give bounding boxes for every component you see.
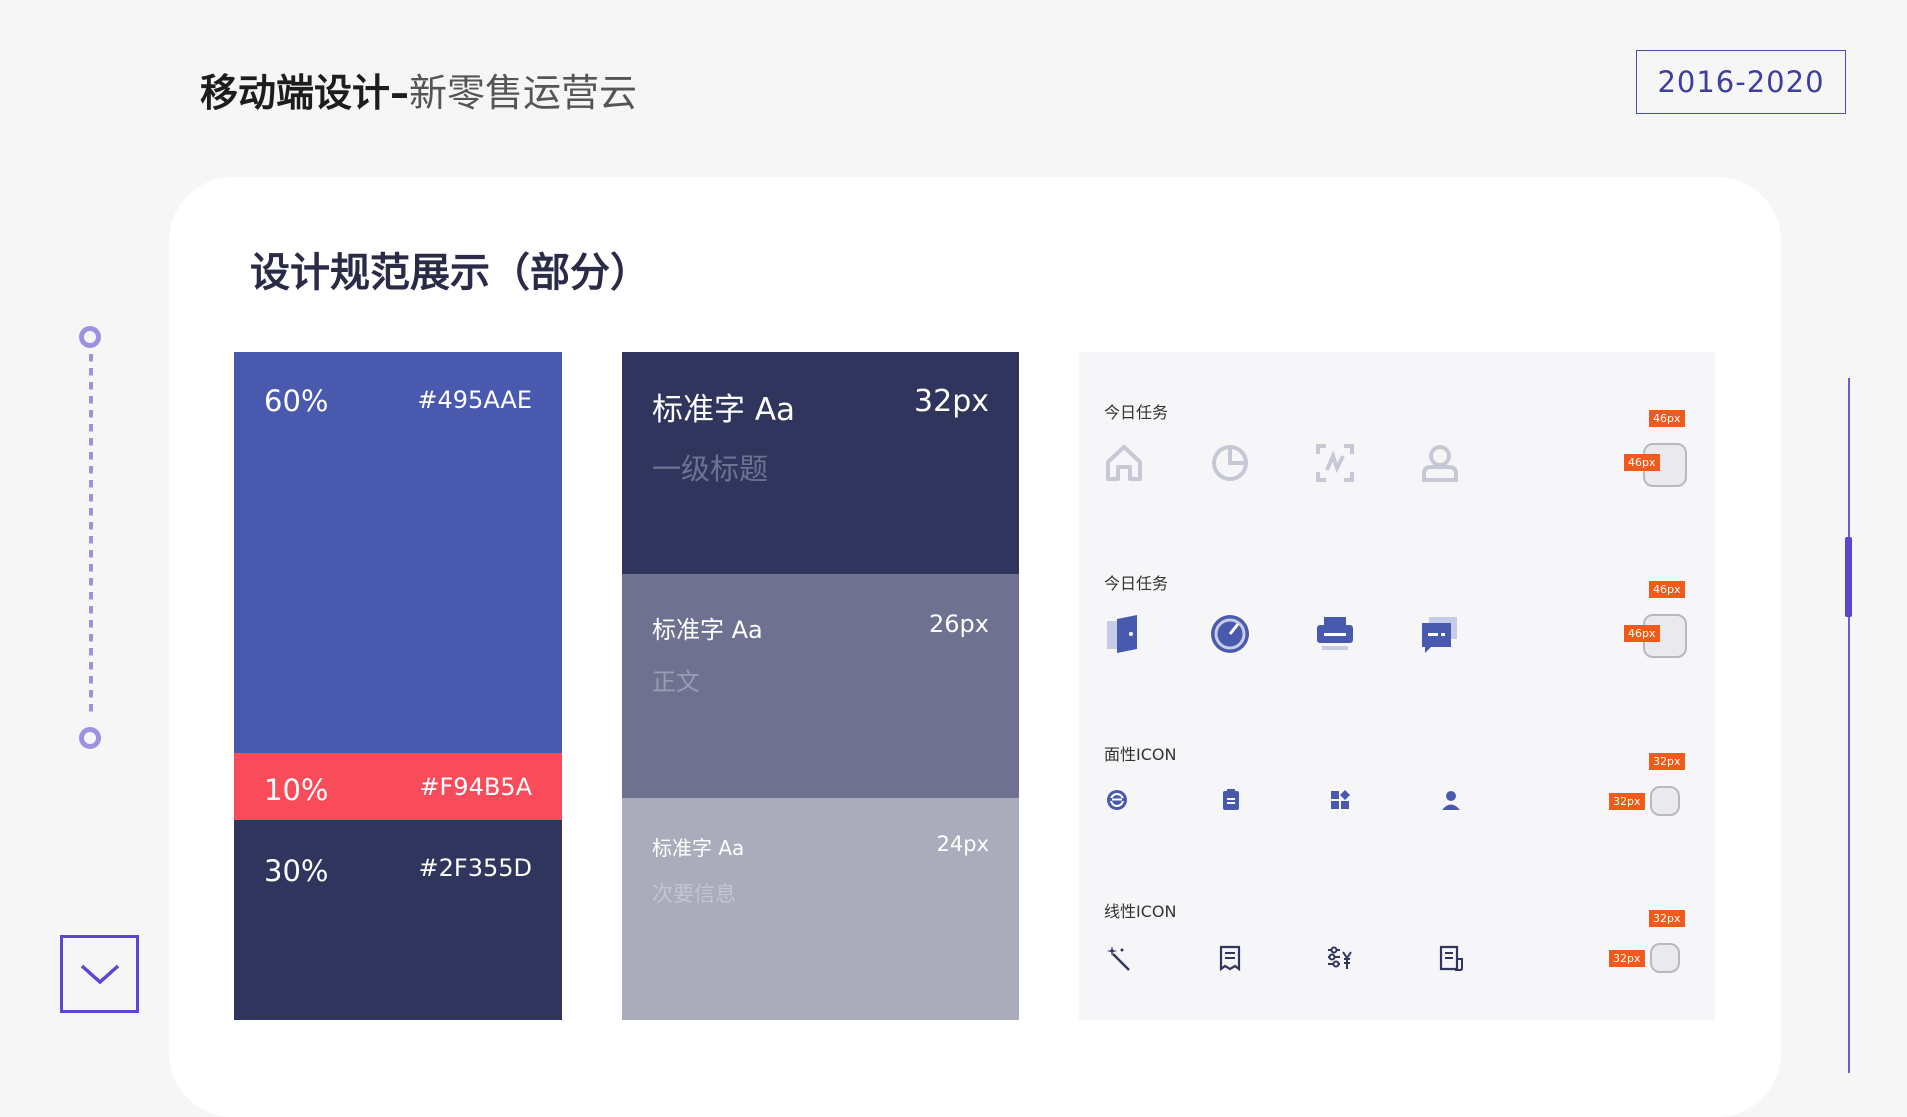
spec-height-tag: 32px	[1609, 793, 1645, 810]
steering-wheel-icon	[1107, 790, 1127, 810]
section-title: 设计规范展示（部分）	[250, 250, 650, 296]
palette-hex: #2F355D	[418, 854, 532, 882]
typo-name: 标准字 Aa	[652, 392, 796, 428]
palette-hex: #F94B5A	[419, 773, 532, 801]
scroll-thumb[interactable]	[1845, 537, 1852, 617]
typography-body: 标准字 Aa 26px 正文	[622, 574, 1019, 798]
palette-percent: 10%	[264, 773, 329, 807]
typography-level-1: 标准字 Aa 32px 一级标题	[622, 352, 1019, 574]
icon-row-label: 线性ICON	[1104, 902, 1177, 921]
spec-width-tag: 32px	[1649, 910, 1685, 927]
printer-icon	[1317, 617, 1353, 650]
palette-dark: 30% #2F355D	[234, 820, 562, 1020]
spec-width-tag: 32px	[1649, 753, 1685, 770]
timeline-start-dot	[79, 326, 101, 348]
scan-icon	[1316, 444, 1354, 482]
icon-row-label: 今日任务	[1104, 574, 1169, 593]
apps-icon	[1331, 790, 1350, 809]
speedometer-icon	[1211, 615, 1249, 653]
palette-hex: #495AAE	[417, 386, 532, 414]
palette-accent: 10% #F94B5A	[234, 753, 562, 820]
year-badge: 2016-2020	[1636, 50, 1846, 114]
typo-desc: 次要信息	[652, 882, 736, 906]
clipboard-icon	[1223, 789, 1239, 810]
home-icon	[1106, 445, 1142, 481]
spec-width-tag: 46px	[1649, 581, 1685, 598]
title-bold: 移动端设计–	[200, 71, 410, 115]
magic-wand-icon	[1107, 946, 1130, 971]
report-icon	[1439, 945, 1463, 971]
icon-spec-panel: 今日任务 46px 46px 今日任务 46px 46px 面性ICON 32p…	[1079, 352, 1715, 1020]
pie-chart-icon	[1212, 445, 1248, 481]
person-icon	[1442, 791, 1460, 810]
typo-name: 标准字 Aa	[652, 616, 763, 644]
typo-desc: 正文	[652, 668, 700, 696]
palette-primary: 60% #495AAE	[234, 352, 562, 753]
spec-height-tag: 46px	[1624, 454, 1660, 471]
document-icon	[1219, 945, 1241, 972]
spec-size-box	[1650, 943, 1680, 973]
price-filter-icon	[1328, 946, 1352, 969]
page-title: 移动端设计–新零售运营云	[200, 62, 637, 117]
typo-name: 标准字 Aa	[652, 836, 745, 860]
palette-percent: 60%	[264, 384, 329, 418]
typo-size: 26px	[929, 610, 989, 638]
typo-desc: 一级标题	[652, 452, 769, 486]
typo-size: 32px	[914, 384, 989, 419]
timeline-dashed-line	[89, 354, 93, 718]
user-icon	[1422, 445, 1458, 482]
spec-width-tag: 46px	[1649, 410, 1685, 427]
spec-height-tag: 46px	[1624, 625, 1660, 642]
door-icon	[1107, 615, 1137, 653]
chevron-down-icon	[80, 964, 119, 985]
icon-row-label: 今日任务	[1104, 403, 1169, 422]
scroll-down-button[interactable]	[60, 935, 139, 1013]
palette-percent: 30%	[264, 854, 329, 888]
icon-row-label: 面性ICON	[1104, 745, 1177, 764]
spec-size-box	[1650, 786, 1680, 816]
spec-height-tag: 32px	[1609, 950, 1645, 967]
typography-secondary: 标准字 Aa 24px 次要信息	[622, 798, 1019, 1020]
message-card-icon	[1422, 617, 1457, 653]
typo-size: 24px	[936, 832, 989, 856]
title-light: 新零售运营云	[409, 71, 638, 115]
timeline-end-dot	[79, 727, 101, 749]
scroll-track[interactable]	[1848, 378, 1850, 1073]
